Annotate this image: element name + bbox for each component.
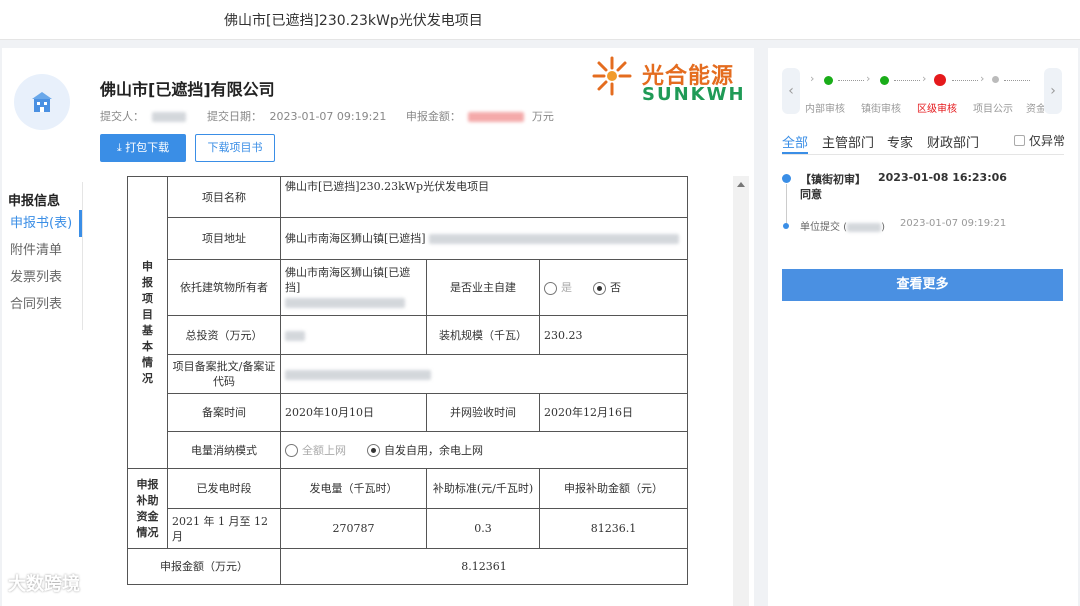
- sun-logo-icon: [592, 56, 632, 96]
- timeline-dot: [782, 174, 791, 183]
- amount-unit: 万元: [531, 110, 554, 123]
- submission-meta: 提交人： 提交日期： 2023-01-07 09:19:21 申报金额： 万元: [100, 108, 558, 124]
- view-more-button[interactable]: 查看更多: [782, 269, 1063, 301]
- step-label-publicity: 项目公示: [973, 104, 1013, 114]
- generation-label: 发电量（千瓦时）: [280, 468, 427, 509]
- event1-title: 【镇街初审】: [800, 173, 866, 186]
- review-panel: ‹ › › › › › 内部审核 镇街审核 区级审核 项目公示 资金 全部 主管…: [768, 48, 1078, 606]
- sidebar-item-attachments[interactable]: 附件清单: [2, 237, 82, 264]
- project-name-value: 佛山市[已遮挡]230.23kWp光伏发电项目: [280, 176, 688, 218]
- step-label-funds: 资金: [1026, 104, 1044, 114]
- download-icon: ⤓: [116, 141, 122, 154]
- period-value: 2021 年 1 月至 12 月: [167, 508, 281, 549]
- step-dot-town: [880, 76, 889, 85]
- progress-steps: ‹ › › › › › 内部审核 镇街审核 区级审核 项目公示 资金: [782, 68, 1062, 114]
- abnormal-only-label: 仅异常: [1029, 134, 1066, 148]
- total-label: 申报金额（万元）: [127, 548, 281, 585]
- project-title: 佛山市[已遮挡]230.23kWp光伏发电项目: [224, 13, 483, 29]
- mode-self-radio[interactable]: [367, 444, 380, 457]
- capacity-label: 装机规模（千瓦）: [426, 315, 540, 355]
- grid-time-label: 并网验收时间: [426, 393, 540, 432]
- company-avatar: [14, 74, 70, 130]
- tab-all[interactable]: 全部: [782, 132, 808, 151]
- section-subsidy: 申报补助资金情况: [127, 468, 168, 549]
- sidebar-item-declaration[interactable]: 申报书(表): [2, 210, 82, 237]
- download-project-button[interactable]: 下载项目书: [195, 134, 275, 162]
- download-pack-button[interactable]: ⤓ 打包下载: [100, 134, 186, 162]
- owner-label: 依托建筑物所有者: [167, 259, 281, 316]
- submit-date: 2023-01-07 09:19:21: [269, 110, 387, 123]
- subsidy-std-value: 0.3: [426, 508, 540, 549]
- event2-title: 单位提交 (): [800, 222, 885, 233]
- watermark: 大数跨境: [8, 574, 80, 595]
- step-dot-internal: [824, 76, 833, 85]
- steps-next-button[interactable]: ›: [1044, 68, 1062, 114]
- consumption-options: 全额上网 自发自用，余电上网: [280, 431, 688, 469]
- step-label-town: 镇街审核: [861, 104, 901, 114]
- main-panel: 佛山市[已遮挡]有限公司 提交人： 提交日期： 2023-01-07 09:19…: [2, 48, 754, 606]
- address-value: 佛山市南海区狮山镇[已遮挡]: [280, 217, 688, 260]
- consumption-label: 电量消纳模式: [167, 431, 281, 469]
- company-logo: 光合能源 SUNKWH: [590, 54, 750, 105]
- company-name: 佛山市[已遮挡]有限公司: [100, 80, 275, 99]
- step-dot-publicity: [992, 76, 999, 83]
- tab-expert[interactable]: 专家: [887, 132, 913, 151]
- sidebar-item-invoices[interactable]: 发票列表: [2, 264, 82, 291]
- self-build-options: 是 否: [539, 259, 688, 316]
- filing-time-value: 2020年10月10日: [280, 393, 427, 432]
- event2-time: 2023-01-07 09:19:21: [900, 218, 1007, 229]
- filing-code-label: 项目备案批文/备案证代码: [167, 354, 281, 394]
- amount-redacted: [468, 112, 525, 122]
- sidebar-title: 申报信息: [8, 194, 61, 209]
- investment-value: [280, 315, 427, 355]
- filing-time-label: 备案时间: [167, 393, 281, 432]
- period-label: 已发电时段: [167, 468, 281, 509]
- tab-authority[interactable]: 主管部门: [822, 132, 874, 151]
- self-build-label: 是否业主自建: [426, 259, 540, 316]
- scroll-up-icon[interactable]: [737, 182, 745, 187]
- grid-time-value: 2020年12月16日: [539, 393, 688, 432]
- tab-finance[interactable]: 财政部门: [927, 132, 979, 151]
- download-pack-label: 打包下载: [125, 141, 170, 154]
- capacity-value: 230.23: [539, 315, 688, 355]
- mode-full-radio[interactable]: [285, 444, 298, 457]
- step-label-district: 区级审核: [917, 104, 957, 114]
- sidebar-divider: [82, 182, 83, 330]
- investment-label: 总投资（万元）: [167, 315, 281, 355]
- submit-date-label: 提交日期：: [207, 110, 262, 123]
- building-icon: [32, 92, 52, 112]
- event1-time: 2023-01-08 16:23:06: [878, 171, 1007, 184]
- steps-prev-button[interactable]: ‹: [782, 68, 800, 114]
- amount-label: 申报金额：: [405, 110, 461, 123]
- owner-value: 佛山市南海区狮山镇[已遮挡]: [280, 259, 427, 316]
- address-label: 项目地址: [167, 217, 281, 260]
- title-bar: 佛山市[已遮挡]230.23kWp光伏发电项目: [0, 0, 1080, 40]
- step-dot-district: [934, 74, 946, 86]
- submitter-label: 提交人：: [100, 110, 144, 123]
- sidebar-item-contracts[interactable]: 合同列表: [2, 291, 82, 318]
- submitter-redacted: [151, 112, 186, 122]
- project-name-label: 项目名称: [167, 176, 281, 218]
- subsidy-amount-value: 81236.1: [539, 508, 688, 549]
- sidebar: 申报信息 申报书(表) 附件清单 发票列表 合同列表: [2, 182, 82, 318]
- subsidy-amount-label: 申报补助金额（元）: [539, 468, 688, 509]
- event1-result: 同意: [800, 188, 822, 201]
- filing-code-value: [280, 354, 688, 394]
- generation-value: 270787: [280, 508, 427, 549]
- declaration-form: 申报项目基本情况 项目名称 佛山市[已遮挡]230.23kWp光伏发电项目 项目…: [127, 176, 688, 585]
- subsidy-std-label: 补助标准(元/千瓦时): [426, 468, 540, 509]
- logo-text-en: SUNKWH: [642, 84, 746, 105]
- self-build-yes-radio[interactable]: [544, 281, 557, 295]
- total-value: 8.12361: [280, 548, 688, 585]
- timeline-dot: [783, 223, 789, 229]
- step-label-internal: 内部审核: [805, 104, 845, 114]
- section-basic-info: 申报项目基本情况: [127, 176, 168, 469]
- self-build-no-radio[interactable]: [593, 281, 606, 295]
- form-scrollbar[interactable]: [733, 176, 749, 606]
- abnormal-only-checkbox[interactable]: [1014, 135, 1025, 146]
